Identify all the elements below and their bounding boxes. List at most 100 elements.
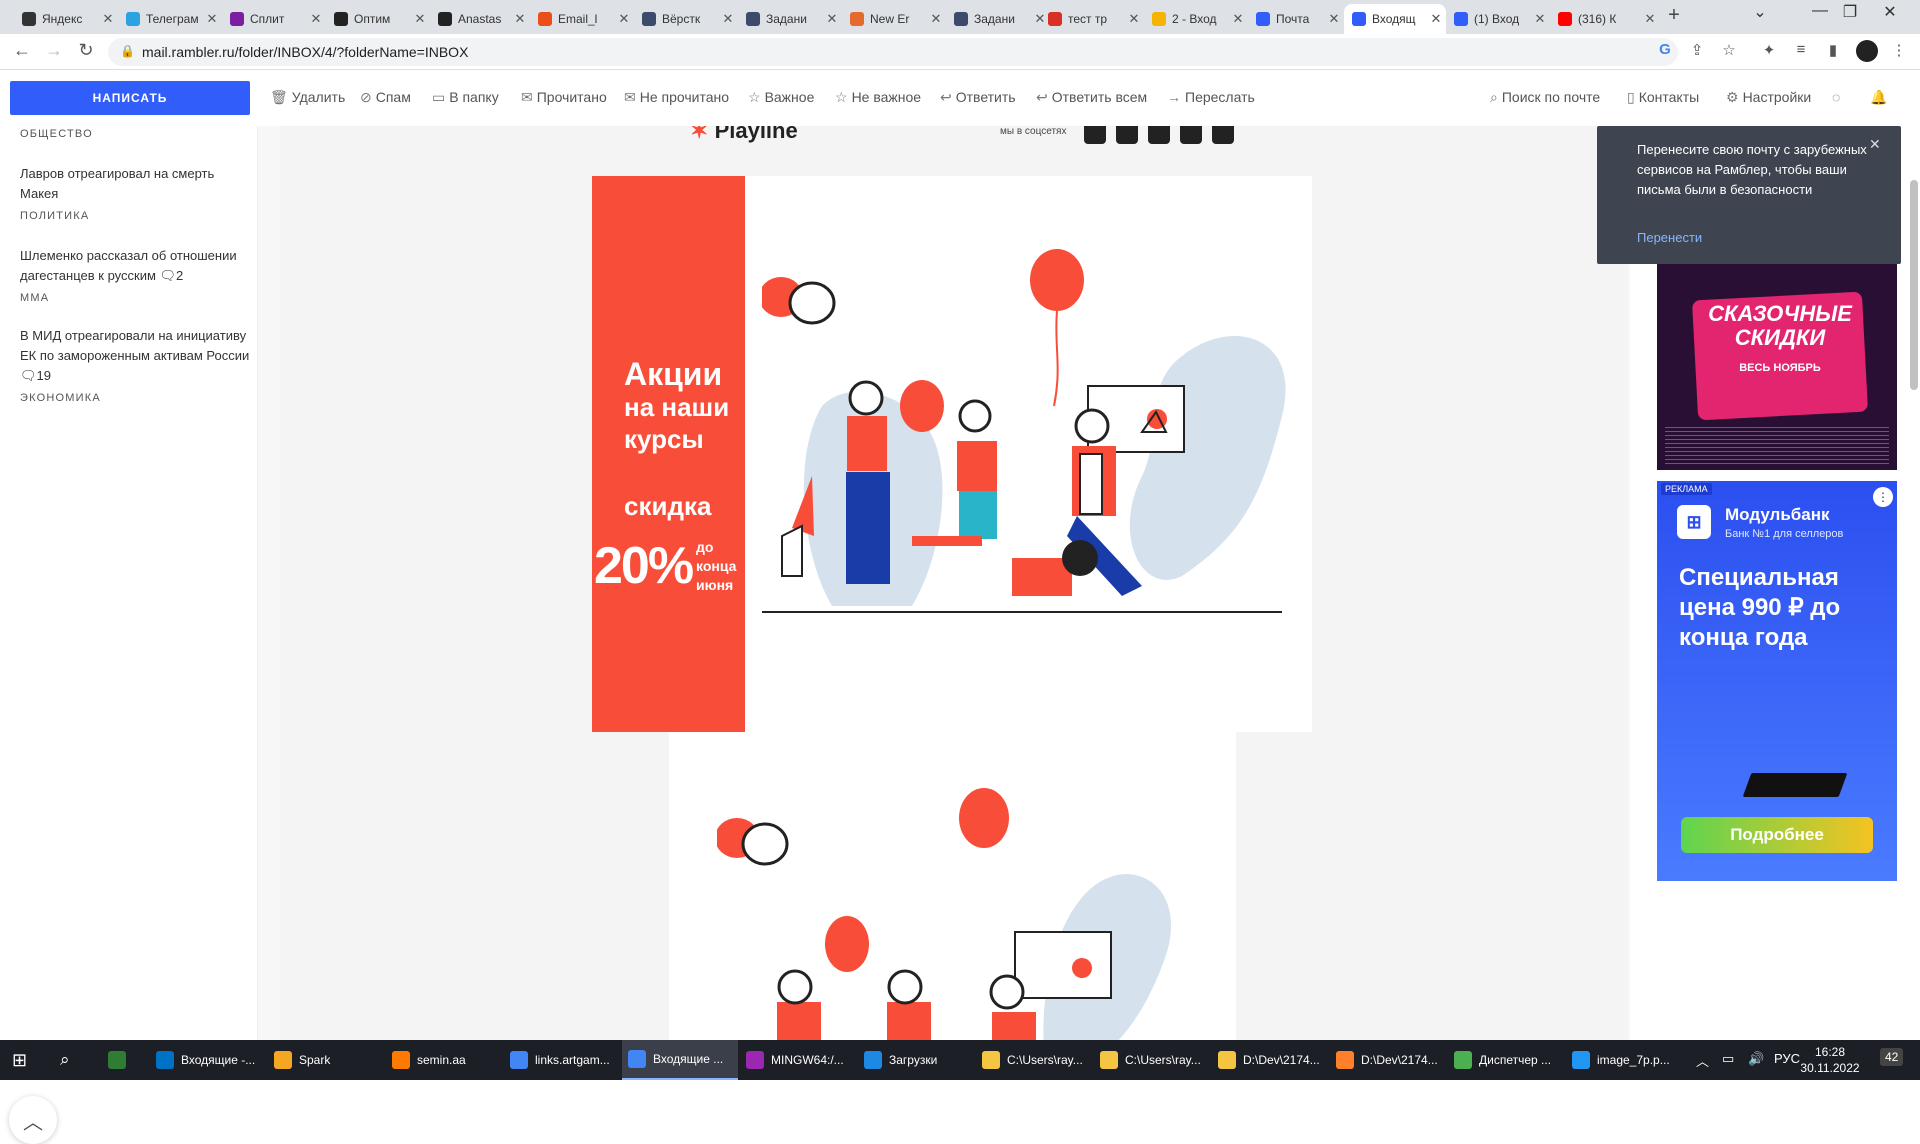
close-tab-icon[interactable]: ✕ <box>1124 11 1144 27</box>
instagram-icon[interactable] <box>1116 126 1138 144</box>
taskbar-app[interactable]: D:\Dev\2174... <box>1212 1040 1328 1080</box>
compose-button[interactable]: НАПИСАТЬ <box>10 81 250 115</box>
search-mail-button[interactable]: ⌕ Поиск по почте <box>1490 89 1600 106</box>
browser-tab[interactable]: Оптим ✕ <box>326 4 430 34</box>
close-tab-icon[interactable]: ✕ <box>98 11 118 27</box>
browser-tab[interactable]: тест тр ✕ <box>1040 4 1144 34</box>
close-tab-icon[interactable]: ✕ <box>1640 11 1660 27</box>
browser-tab[interactable]: (316) К ✕ <box>1550 4 1660 34</box>
back-icon[interactable]: ← <box>10 40 34 61</box>
close-tab-icon[interactable]: ✕ <box>822 11 842 27</box>
close-tab-icon[interactable]: ✕ <box>1426 11 1446 27</box>
browser-tab[interactable]: 2 - Вход ✕ <box>1144 4 1248 34</box>
close-tab-icon[interactable]: ✕ <box>614 11 634 27</box>
browser-tab[interactable]: New Er ✕ <box>842 4 946 34</box>
news-item[interactable]: В МИД отреагировали на инициативу ЕК по … <box>20 326 250 408</box>
close-icon[interactable]: ✕ <box>1869 136 1881 153</box>
forward-icon[interactable]: → <box>42 40 66 61</box>
language-indicator[interactable]: РУС <box>1774 1051 1800 1066</box>
tooltip-migrate-link[interactable]: Перенести <box>1637 230 1702 245</box>
volume-icon[interactable]: 🔊 <box>1748 1051 1764 1067</box>
close-tab-icon[interactable]: ✕ <box>202 11 222 27</box>
vk-icon[interactable] <box>1212 126 1234 144</box>
toolbar-action-button[interactable]: ✉ Не прочитано <box>624 89 729 106</box>
tips-bulb-icon[interactable]: ◌ <box>1832 89 1840 105</box>
browser-tab[interactable]: Яндекс ✕ <box>14 4 118 34</box>
taskbar-app[interactable]: semin.aa <box>386 1040 502 1080</box>
contacts-button[interactable]: ▯ Контакты <box>1627 89 1699 106</box>
news-title[interactable]: Лавров отреагировал на смерть Макея <box>20 164 250 204</box>
browser-tab[interactable]: Сплит ✕ <box>222 4 326 34</box>
browser-tab[interactable]: Почта ✕ <box>1248 4 1344 34</box>
omnibox[interactable]: 🔒 mail.rambler.ru/folder/INBOX/4/?folder… <box>108 38 1678 66</box>
taskbar-app[interactable]: Загрузки <box>858 1040 974 1080</box>
toolbar-action-button[interactable]: ▭ В папку <box>432 89 499 106</box>
toolbar-action-button[interactable]: ↩ Ответить <box>940 89 1016 106</box>
browser-tab[interactable]: (1) Вход ✕ <box>1446 4 1550 34</box>
toolbar-action-button[interactable]: ⊘ Спам <box>360 89 411 106</box>
extensions-icon[interactable]: ✦ <box>1758 41 1780 59</box>
toolbar-action-button[interactable]: ☆ Не важное <box>835 89 921 106</box>
close-tab-icon[interactable]: ✕ <box>1324 11 1344 27</box>
tray-chevron-icon[interactable]: ︿ <box>1696 1051 1709 1070</box>
bookmark-star-icon[interactable]: ☆ <box>1718 41 1740 59</box>
system-clock[interactable]: 16:28 30.11.2022 <box>1800 1044 1860 1076</box>
app-icon[interactable] <box>108 1040 132 1080</box>
ad-more-icon[interactable]: ⋮ <box>1873 487 1893 507</box>
side-panel-icon[interactable]: ▮ <box>1822 41 1844 59</box>
close-tab-icon[interactable]: ✕ <box>1530 11 1550 27</box>
browser-tab[interactable]: Задани ✕ <box>738 4 842 34</box>
settings-button[interactable]: ⚙ Настройки <box>1726 89 1811 106</box>
news-item[interactable]: Шлеменко рассказал об отношении дагестан… <box>20 246 250 308</box>
message-reading-pane[interactable]: ✶ Playline мы в соцсетях Акции на наши к… <box>258 126 1630 1040</box>
taskbar-app[interactable]: D:\Dev\2174... <box>1330 1040 1446 1080</box>
page-scrollbar[interactable] <box>1910 180 1918 390</box>
browser-tab[interactable]: Anastas ✕ <box>430 4 530 34</box>
ad-banner-modulbank[interactable]: РЕКЛАМА ⋮ ⊞ Модульбанк Банк №1 для селле… <box>1657 481 1897 881</box>
news-title[interactable]: В МИД отреагировали на инициативу ЕК по … <box>20 326 250 386</box>
notification-center-icon[interactable]: 42 <box>1880 1048 1904 1066</box>
tab-search-icon[interactable]: ⌄ <box>1740 2 1780 22</box>
browser-tab[interactable]: Телеграм ✕ <box>118 4 222 34</box>
youtube-icon[interactable] <box>1148 126 1170 144</box>
browser-tab[interactable]: Задани ✕ <box>946 4 1050 34</box>
twitter-icon[interactable] <box>1180 126 1202 144</box>
news-item[interactable]: Лавров отреагировал на смерть Макея ПОЛИ… <box>20 164 250 226</box>
browser-tab[interactable]: Email_l ✕ <box>530 4 634 34</box>
share-icon[interactable]: ⇪ <box>1686 41 1708 59</box>
toolbar-action-button[interactable]: ↩ Ответить всем <box>1036 89 1147 106</box>
taskbar-app[interactable]: Диспетчер ... <box>1448 1040 1564 1080</box>
google-translate-icon[interactable]: G <box>1654 41 1676 58</box>
facebook-icon[interactable] <box>1084 126 1106 144</box>
close-tab-icon[interactable]: ✕ <box>926 11 946 27</box>
profile-avatar[interactable] <box>1856 40 1878 62</box>
browser-tab[interactable]: Вёрстк ✕ <box>634 4 738 34</box>
toolbar-action-button[interactable]: 🗑 Удалить <box>270 89 345 106</box>
taskbar-app[interactable]: links.artgam... <box>504 1040 620 1080</box>
windows-start-icon[interactable]: ⊞ <box>12 1040 36 1080</box>
news-title[interactable]: Шлеменко рассказал об отношении дагестан… <box>20 246 250 286</box>
close-tab-icon[interactable]: ✕ <box>410 11 430 27</box>
taskbar-app[interactable]: C:\Users\ray... <box>1094 1040 1210 1080</box>
scroll-to-top-button[interactable]: ︿ <box>9 1096 57 1144</box>
taskbar-app[interactable]: Входящие -... <box>150 1040 266 1080</box>
taskbar-app[interactable]: image_7p.p... <box>1566 1040 1682 1080</box>
notifications-bell-icon[interactable]: 🔔 <box>1870 89 1887 106</box>
close-tab-icon[interactable]: ✕ <box>1228 11 1248 27</box>
restore-icon[interactable]: ❐ <box>1830 2 1870 22</box>
taskbar-app[interactable]: Spark <box>268 1040 384 1080</box>
url-text[interactable]: mail.rambler.ru/folder/INBOX/4/?folderNa… <box>142 44 468 60</box>
taskbar-app[interactable]: MINGW64:/... <box>740 1040 856 1080</box>
toolbar-action-button[interactable]: ☆ Важное <box>748 89 814 106</box>
media-icon[interactable]: ≡ <box>1790 41 1812 58</box>
toolbar-action-button[interactable]: → Переслать <box>1167 89 1255 105</box>
toolbar-action-button[interactable]: ✉ Прочитано <box>521 89 607 106</box>
network-icon[interactable]: ▭ <box>1722 1051 1734 1067</box>
browser-tab[interactable]: Входящ ✕ <box>1344 4 1446 34</box>
ad-cta-button[interactable]: Подробнее <box>1681 817 1873 853</box>
new-tab-button[interactable]: + <box>1661 4 1687 27</box>
close-tab-icon[interactable]: ✕ <box>718 11 738 27</box>
taskbar-app[interactable]: Входящие ... <box>622 1040 738 1080</box>
promo-banner[interactable]: Акции на наши курсы скидка 20% до конца … <box>592 176 1312 732</box>
reload-icon[interactable]: ↻ <box>74 40 98 61</box>
